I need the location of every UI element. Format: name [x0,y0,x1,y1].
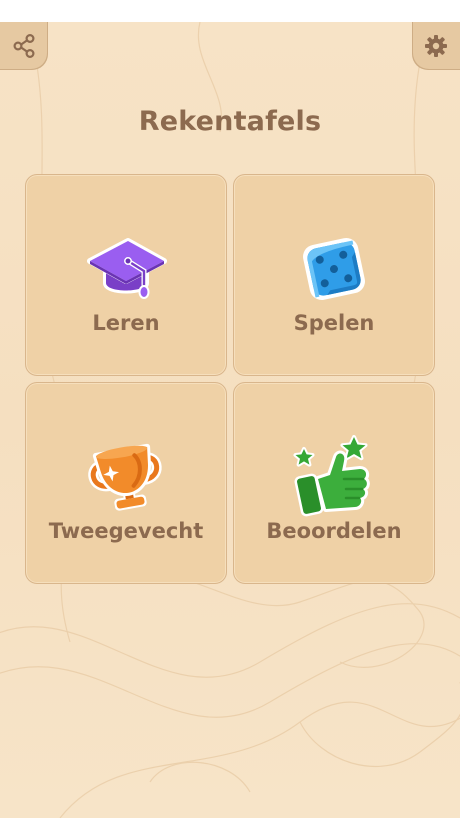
menu-label-beoordelen: Beoordelen [266,519,402,543]
status-bar [0,0,460,22]
menu-tile-beoordelen[interactable]: Beoordelen [233,382,435,584]
menu-tile-spelen[interactable]: Spelen [233,174,435,376]
share-icon [13,33,35,59]
settings-button[interactable] [412,22,460,70]
thumbs-up-icon [293,435,370,517]
menu-tile-leren[interactable]: Leren [25,174,227,376]
wood-background: Rekentafels Leren Spelen Tweegevecht Beo… [0,22,460,818]
graduation-cap-icon [87,238,167,299]
page-title: Rekentafels [138,106,322,137]
menu-tile-tweegevecht[interactable]: Tweegevecht [25,382,227,584]
dice-icon [303,238,365,300]
trophy-icon [88,443,162,511]
menu-label-leren: Leren [92,311,160,335]
share-button[interactable] [0,22,48,70]
menu-label-tweegevecht: Tweegevecht [48,519,204,543]
menu-label-spelen: Spelen [293,311,375,335]
gear-icon [425,35,447,57]
